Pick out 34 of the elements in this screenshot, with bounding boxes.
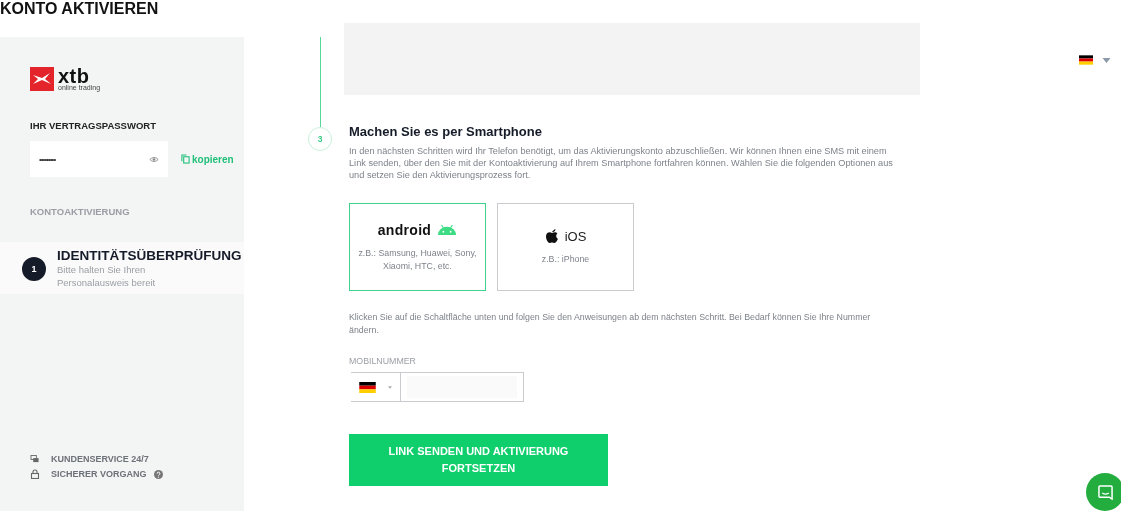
footer-link[interactable]: SICHERER VORGANG — [51, 469, 147, 479]
step-title: IDENTITÄTSÜBERPRÜFUNG — [57, 247, 242, 263]
page-title: KONTO AKTIVIEREN — [0, 0, 160, 19]
phone-label: MOBILNUMMER — [349, 356, 417, 366]
robot-icon — [437, 224, 458, 235]
platform-option[interactable]: iOS z.B.: iPhone — [497, 203, 634, 291]
platform-name: android — [377, 221, 432, 238]
caret-icon — [1102, 57, 1111, 63]
language-select[interactable] — [1079, 55, 1111, 65]
help-icon[interactable] — [153, 469, 163, 479]
copy-icon — [181, 154, 190, 164]
password-field[interactable]: ••••••••• — [30, 141, 168, 177]
eye-icon[interactable] — [149, 155, 159, 163]
lock-icon — [30, 469, 40, 479]
password-value: ••••••••• — [39, 154, 57, 164]
section-label: KONTOAKTIVIERUNG — [30, 206, 131, 217]
footer-link[interactable]: KUNDENSERVICE 24/7 — [51, 454, 149, 464]
chat-button[interactable] — [1086, 473, 1121, 511]
logo-name: xtb — [58, 67, 90, 84]
step-heading: Machen Sie es per Smartphone — [349, 124, 543, 139]
platform-examples: z.B.: Samsung, Huawei, Sony, Xiaomi, HTC, etc. — [357, 246, 478, 273]
platform-option[interactable]: android z.B.: Samsung, Huawei, Sony, Xiaomi, HTC, etc. — [349, 203, 486, 291]
germany-flag-icon — [1079, 55, 1093, 65]
platform-examples: z.B.: iPhone — [541, 253, 590, 266]
password-label: IHR VERTRAGSPASSWORT — [30, 120, 157, 131]
platform-name: iOS — [564, 228, 587, 244]
germany-flag-icon — [359, 381, 376, 393]
logo-icon — [30, 67, 54, 91]
instructions-text: Klicken Sie auf die Schaltfläche unten und folgen Sie den Anweisungen ab dem nächsten Schritt. Bei Bedarf können Sie Ihre Nummer ändern. — [349, 311, 872, 337]
caret-icon — [388, 385, 392, 389]
step-subtitle: Bitte halten Sie Ihren Personalausweis bereit — [57, 262, 157, 289]
step-number: 1 — [22, 257, 46, 281]
apple-icon — [544, 228, 559, 244]
step-description: In den nächsten Schritten wird Ihr Telefon benötigt, um das Aktivierungskonto abzuschließen. Wir können Ihnen eine SMS mit einem Link senden, über den Sie mit der Kontoaktivierung auf Ihrem Smartphone fortfahren können. Wählen Sie die folgenden Optionen aus und setzen Sie den Aktivierungsprozess fort. — [349, 145, 894, 181]
